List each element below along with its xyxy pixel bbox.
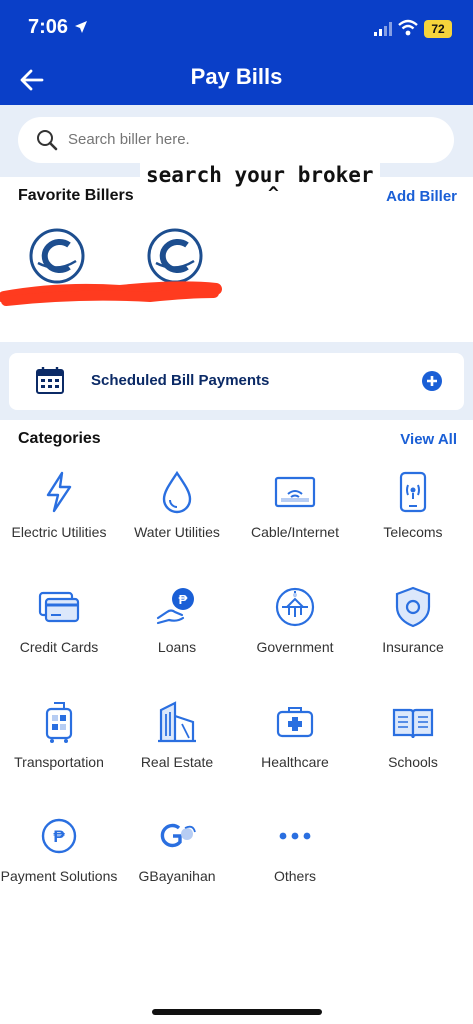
category-others[interactable]: Others [236, 814, 354, 885]
category-gbayanihan[interactable]: GBayanihan [118, 814, 236, 885]
category-label: Loans [157, 639, 197, 655]
favorite-billers-section: Favorite Billers search your broker ^ Ad… [0, 161, 473, 342]
category-label: Telecoms [383, 524, 443, 540]
loan-icon: ₱ [156, 588, 194, 625]
category-label: Water Utilities [134, 524, 220, 540]
category-insurance[interactable]: Insurance [354, 585, 472, 656]
page-title: Pay Bills [190, 64, 283, 89]
view-all-link[interactable]: View All [400, 431, 457, 448]
category-label: Schools [388, 754, 438, 770]
government-icon [275, 587, 315, 627]
add-biller-link[interactable]: Add Biller [386, 188, 457, 205]
category-label: Insurance [382, 639, 444, 655]
category-label: Others [273, 868, 316, 884]
signal-icon [374, 22, 392, 36]
redaction-scribble [0, 281, 222, 306]
book-icon [392, 708, 434, 739]
category-label: GBayanihan [138, 868, 216, 884]
scheduled-band: Scheduled Bill Payments [0, 342, 473, 420]
category-label: Payment Solutions [0, 868, 118, 884]
wifi-icon [398, 19, 418, 36]
search-input[interactable] [68, 117, 428, 163]
home-indicator [152, 1009, 322, 1015]
calendar-icon [36, 367, 64, 394]
battery-indicator: 72 [424, 20, 452, 38]
category-schools[interactable]: Schools [354, 700, 472, 771]
annotation-caret: ^ [268, 183, 279, 204]
category-government[interactable]: Government [236, 585, 354, 656]
category-label: Government [256, 639, 334, 655]
category-label: Healthcare [261, 754, 329, 770]
status-time: 7:06 [28, 16, 69, 38]
water-drop-icon [162, 470, 192, 514]
category-transportation[interactable]: Transportation [0, 700, 118, 771]
search-icon [37, 130, 58, 151]
app-header: 7:06 72 Pay Bills [0, 0, 473, 105]
category-label: Transportation [14, 754, 104, 770]
svg-text:₱: ₱ [53, 827, 65, 846]
medical-kit-icon [276, 707, 314, 738]
category-label: Credit Cards [19, 639, 99, 655]
peso-coin-icon: ₱ [41, 818, 77, 854]
favorite-billers-title: Favorite Billers [18, 187, 134, 204]
gbayanihan-icon [160, 823, 196, 848]
router-icon [274, 476, 316, 508]
category-credit-cards[interactable]: Credit Cards [0, 585, 118, 656]
add-circle-icon[interactable] [422, 371, 442, 391]
categories-title: Categories [18, 430, 101, 447]
category-label: Cable/Internet [251, 524, 339, 540]
annotation-text: search your broker [140, 161, 380, 189]
category-real-estate[interactable]: Real Estate [118, 700, 236, 771]
shield-icon [395, 586, 431, 628]
more-dots-icon [279, 832, 311, 840]
location-arrow-icon [75, 21, 87, 33]
scheduled-bill-payments-card[interactable]: Scheduled Bill Payments [9, 353, 464, 410]
category-label: Electric Utilities [11, 524, 107, 540]
svg-text:₱: ₱ [179, 592, 188, 607]
phone-icon [399, 471, 427, 513]
category-water-utilities[interactable]: Water Utilities [118, 470, 236, 541]
category-payment-solutions[interactable]: ₱ Payment Solutions [0, 814, 118, 885]
lightning-icon [46, 471, 72, 513]
category-electric-utilities[interactable]: Electric Utilities [0, 470, 118, 541]
category-telecoms[interactable]: Telecoms [354, 470, 472, 541]
search-box[interactable] [18, 117, 454, 163]
scheduled-bill-payments-label: Scheduled Bill Payments [91, 372, 270, 389]
building-icon [158, 701, 196, 743]
luggage-icon [45, 702, 73, 743]
category-label: Real Estate [140, 754, 214, 770]
credit-card-icon [38, 591, 80, 623]
category-healthcare[interactable]: Healthcare [236, 700, 354, 771]
category-cable-internet[interactable]: Cable/Internet [236, 470, 354, 541]
category-loans[interactable]: ₱ Loans [118, 585, 236, 656]
